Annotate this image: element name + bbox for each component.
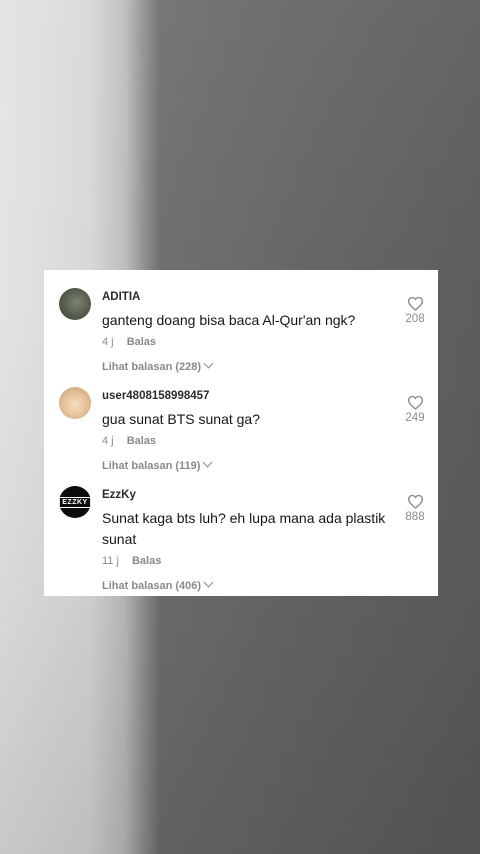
comment-meta: 4 j Balas	[102, 435, 156, 447]
like-count: 888	[405, 511, 425, 523]
view-replies-button[interactable]: Lihat balasan (228)	[102, 358, 214, 373]
comment-username[interactable]: ADITIA	[102, 291, 140, 303]
view-replies-button[interactable]: Lihat balasan (119)	[102, 457, 213, 472]
like-button[interactable]: 249	[398, 395, 432, 424]
reply-button[interactable]: Balas	[127, 336, 156, 348]
view-replies-button[interactable]: Lihat balasan (406)	[102, 577, 214, 592]
like-count: 208	[405, 313, 425, 325]
comment-text: Sunat kaga bts luh? eh lupa mana ada pla…	[102, 510, 386, 547]
like-button[interactable]: 888	[398, 494, 432, 523]
comment-username[interactable]: EzzKy	[102, 489, 136, 501]
like-count: 249	[405, 412, 425, 424]
comment-time: 11 j	[102, 555, 119, 567]
chevron-down-icon	[203, 577, 214, 588]
comment-username[interactable]: user4808158998457	[102, 390, 209, 402]
comment-text: gua sunat BTS sunat ga?	[102, 411, 260, 427]
comment-time: 4 j	[102, 336, 114, 348]
chevron-down-icon	[202, 457, 213, 468]
comments-card: ADITIA ganteng doang bisa baca Al-Qur'an…	[44, 270, 438, 596]
comment-meta: 4 j Balas	[102, 336, 156, 348]
avatar[interactable]: EZZKY	[59, 486, 91, 518]
view-replies-label: Lihat balasan (228)	[102, 361, 202, 373]
chevron-down-icon	[203, 358, 214, 369]
comment-meta: 11 j Balas	[102, 555, 161, 567]
comment-text: ganteng doang bisa baca Al-Qur'an ngk?	[102, 312, 356, 328]
heart-outline-icon	[407, 395, 423, 410]
reply-button[interactable]: Balas	[132, 555, 161, 567]
avatar[interactable]	[59, 387, 91, 419]
view-replies-label: Lihat balasan (119)	[102, 460, 201, 472]
view-replies-label: Lihat balasan (406)	[102, 580, 202, 592]
heart-outline-icon	[407, 494, 423, 509]
brand-logo-icon: EZZKY	[59, 496, 91, 508]
comment-time: 4 j	[102, 435, 114, 447]
avatar[interactable]	[59, 288, 91, 320]
heart-outline-icon	[407, 296, 423, 311]
like-button[interactable]: 208	[398, 296, 432, 325]
reply-button[interactable]: Balas	[127, 435, 156, 447]
